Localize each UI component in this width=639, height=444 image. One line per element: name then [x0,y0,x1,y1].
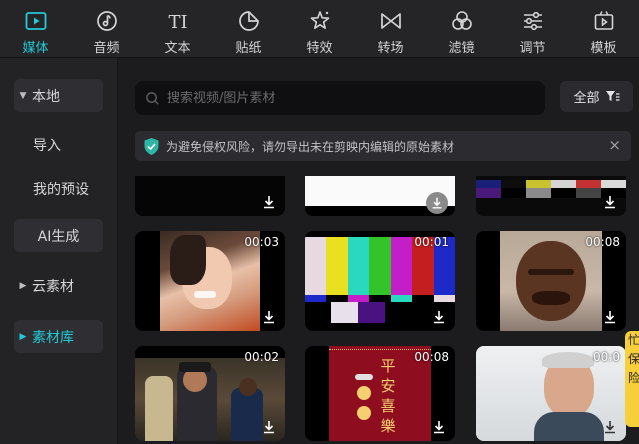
shield-check-icon [144,137,159,155]
material-card[interactable]: 00:01 [305,231,455,331]
caret-right-icon: ▶ [19,280,27,291]
text-icon: TI [168,12,187,33]
card-text: 平安喜樂 [380,357,396,435]
duration-label: 00:01 [414,235,449,249]
sidebar-item-library[interactable]: ▶ 素材库 [14,320,103,353]
material-card[interactable] [305,176,455,216]
material-card[interactable] [476,176,626,216]
tab-filter-label: 滤镜 [448,41,475,56]
tab-adjust-label: 调节 [519,41,546,56]
sidebar-item-cloud[interactable]: ▶ 云素材 [14,269,103,302]
search-box[interactable] [135,81,545,115]
caret-down-icon: ▼ [19,90,27,101]
filter-icon [451,11,472,30]
material-card[interactable]: 00:0 [476,346,626,441]
top-toolbar: 媒体 音频 TI 文本 贴纸 特效 转场 滤镜 调节 模板 [0,0,639,58]
sidebar-item-label: 导入 [33,137,61,154]
svg-text:TI: TI [168,12,187,33]
sidebar: ▼ 本地 导入 我的预设 AI生成 ▶ 云素材 ▶ 素材库 [0,58,118,444]
tab-media-label: 媒体 [22,41,49,56]
download-icon [432,197,442,209]
notice-text: 为避免侵权风险，请勿导出未在剪映内编辑的原始素材 [166,139,455,154]
download-icon[interactable] [431,309,447,325]
download-icon[interactable] [602,309,618,325]
search-input[interactable] [167,90,527,106]
side-toast[interactable]: 忙 保 险 [625,331,639,427]
material-panel: 全部 为避免侵权风险，请勿导出未在剪映内编辑的原始素材 × [119,58,639,444]
download-icon[interactable] [261,419,277,435]
app-window: 媒体 音频 TI 文本 贴纸 特效 转场 滤镜 调节 模板 ▼ 本地 导入 我的… [0,0,639,444]
download-button[interactable] [426,192,448,214]
adjust-icon [523,11,542,31]
material-card[interactable]: 00:02 [135,346,285,441]
tab-adjust[interactable]: 调节 [497,0,568,58]
tab-effects[interactable]: 特效 [284,0,355,58]
sidebar-item-local[interactable]: ▼ 本地 [14,79,103,112]
copyright-notice: 为避免侵权风险，请勿导出未在剪映内编辑的原始素材 × [135,131,631,161]
duration-label: 00:08 [414,350,449,364]
funnel-icon [605,91,619,101]
template-icon [594,11,613,30]
sticker-icon [238,11,259,31]
material-card[interactable]: 00:03 [135,231,285,331]
duration-label: 00:03 [244,235,279,249]
download-icon[interactable] [261,194,277,210]
tab-template[interactable]: 模板 [568,0,639,58]
sidebar-item-label: AI生成 [37,228,80,245]
sidebar-item-label: 云素材 [32,278,74,295]
tab-audio[interactable]: 音频 [71,0,142,58]
tab-transition-label: 转场 [377,41,404,56]
material-card[interactable]: 平安喜樂 00:08 [305,346,455,441]
audio-icon [96,11,117,31]
duration-label: 00:0 [593,350,620,364]
sidebar-item-label: 本地 [32,88,60,105]
tab-template-label: 模板 [590,41,617,56]
filter-dropdown[interactable]: 全部 [560,81,633,112]
media-icon [25,12,46,30]
sidebar-item-presets[interactable]: 我的预设 [14,172,103,205]
sidebar-item-label: 素材库 [32,329,74,346]
download-icon[interactable] [261,309,277,325]
tab-effects-label: 特效 [306,41,333,56]
search-icon [146,91,159,105]
tab-sticker[interactable]: 贴纸 [213,0,284,58]
tab-media[interactable]: 媒体 [0,0,71,58]
tab-sticker-label: 贴纸 [235,41,262,56]
tab-transition[interactable]: 转场 [355,0,426,58]
sidebar-item-ai-generate[interactable]: AI生成 [14,219,103,252]
tab-audio-label: 音频 [93,41,120,56]
tab-filter[interactable]: 滤镜 [426,0,497,58]
duration-label: 00:08 [585,235,620,249]
download-icon[interactable] [602,419,618,435]
transition-icon [380,13,401,29]
tab-text-label: 文本 [164,41,191,56]
sidebar-item-import[interactable]: 导入 [14,128,103,161]
download-icon[interactable] [431,419,447,435]
effects-icon [310,11,329,29]
filter-label: 全部 [573,91,600,106]
close-icon[interactable]: × [608,138,621,153]
toast-text: 忙 保 险 [628,333,639,385]
caret-right-icon: ▶ [19,331,27,342]
tab-text[interactable]: TI 文本 [142,0,213,58]
duration-label: 00:02 [244,350,279,364]
sidebar-item-label: 我的预设 [33,181,89,198]
material-card[interactable]: 00:08 [476,231,626,331]
download-icon[interactable] [602,194,618,210]
material-card[interactable] [135,176,285,216]
